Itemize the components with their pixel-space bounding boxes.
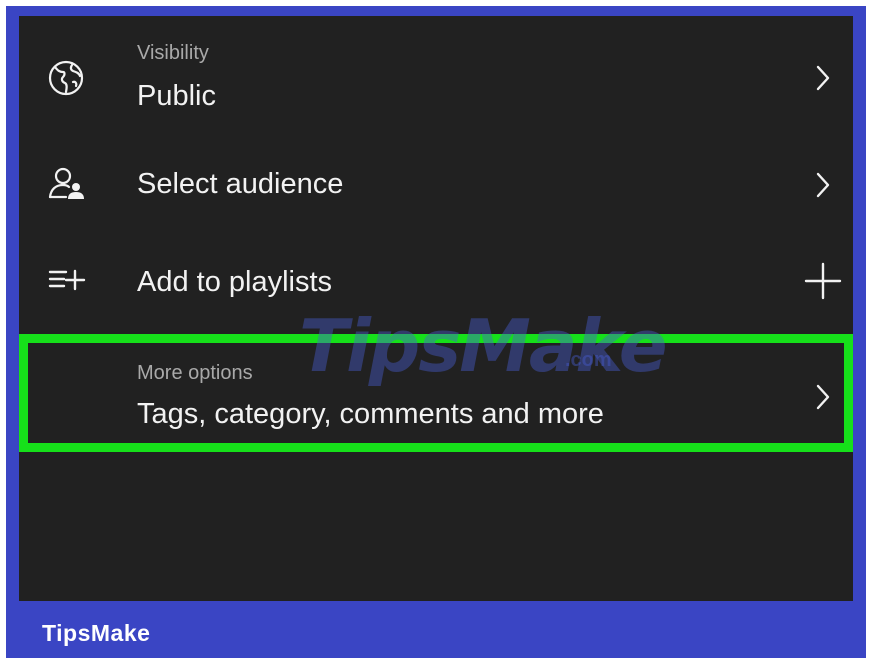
globe-icon bbox=[46, 58, 86, 98]
add-to-playlists-row[interactable]: Add to playlists bbox=[19, 232, 853, 334]
visibility-sublabel: Visibility bbox=[137, 42, 209, 64]
more-options-label: Tags, category, comments and more bbox=[137, 398, 604, 430]
chevron-right-icon bbox=[809, 170, 837, 200]
select-audience-row[interactable]: Select audience bbox=[19, 134, 853, 232]
visibility-value: Public bbox=[137, 80, 216, 112]
visibility-row[interactable]: Visibility Public bbox=[19, 16, 853, 134]
more-options-sublabel: More options bbox=[137, 362, 253, 384]
audience-icon bbox=[46, 164, 86, 204]
chevron-right-icon bbox=[809, 63, 837, 93]
playlist-add-icon bbox=[46, 260, 86, 300]
plus-icon[interactable] bbox=[803, 261, 843, 301]
chevron-right-icon bbox=[809, 382, 837, 412]
frame: Visibility Public Select audience Add to… bbox=[6, 6, 866, 658]
brand-logo: TipsMake bbox=[42, 620, 151, 646]
add-to-playlists-label: Add to playlists bbox=[137, 266, 333, 298]
upload-details-screen: Visibility Public Select audience Add to… bbox=[19, 16, 853, 601]
select-audience-label: Select audience bbox=[137, 168, 344, 200]
more-options-row[interactable]: More options Tags, category, comments an… bbox=[19, 334, 853, 452]
